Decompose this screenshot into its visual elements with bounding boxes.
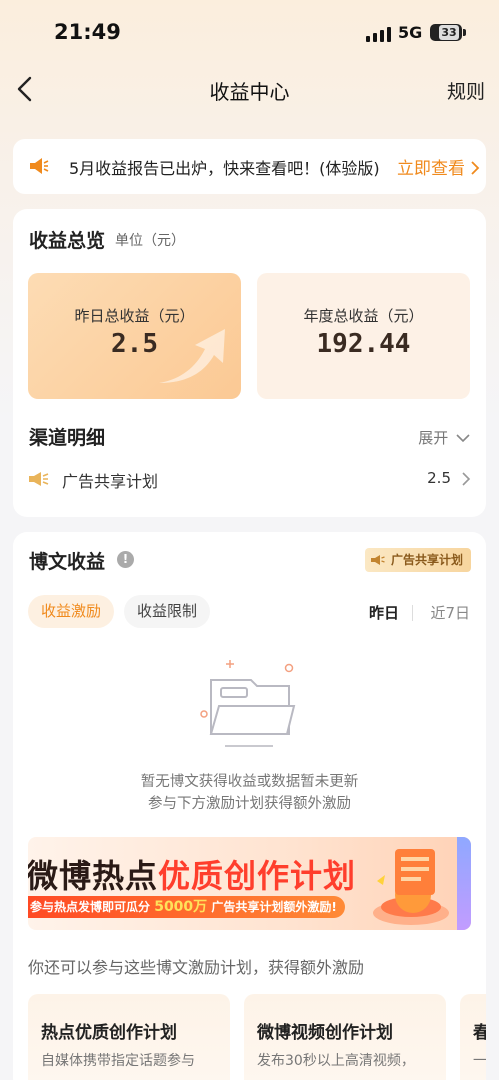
plan-card-hot-topic[interactable]: 热点优质创作计划 自媒体携带指定话题参与 bbox=[28, 994, 230, 1080]
overview-unit: 单位（元） bbox=[115, 233, 185, 249]
banner-sub-amount: 5000万 bbox=[154, 899, 208, 915]
yesterday-income-value: 2.5 bbox=[111, 329, 158, 359]
banner-title: 微博热点优质创作计划 bbox=[28, 851, 356, 897]
plan-card-video[interactable]: 微博视频创作计划 发布30秒以上高清视频， bbox=[244, 994, 446, 1080]
info-icon[interactable]: ! bbox=[117, 551, 134, 568]
empty-text-line2: 参与下方激励计划获得额外激励 bbox=[148, 796, 351, 812]
banner-subtitle: 参与热点发博即可瓜分 5000万 广告共享计划额外激励! bbox=[28, 896, 345, 918]
status-bar: 21:49 5G 33 bbox=[0, 0, 499, 62]
tab-income-incentive[interactable]: 收益激励 bbox=[28, 595, 115, 628]
more-plans-desc: 你还可以参与这些博文激励计划，获得额外激励 bbox=[28, 958, 365, 977]
yesterday-income-label: 昨日总收益（元） bbox=[74, 307, 195, 325]
plan-desc: 自媒体携带指定话题参与 bbox=[41, 1053, 195, 1069]
chevron-right-icon bbox=[462, 472, 471, 486]
banner-side-strip bbox=[457, 837, 471, 930]
scroll-trophy-icon bbox=[373, 849, 449, 925]
battery-level: 33 bbox=[439, 25, 459, 40]
rules-button[interactable]: 规则 bbox=[447, 77, 485, 104]
plan-desc: 一 bbox=[473, 1053, 486, 1069]
channel-detail-title: 渠道明细 bbox=[29, 427, 106, 449]
plan-card-partial[interactable]: 春 一 bbox=[460, 994, 486, 1080]
empty-folder-icon bbox=[200, 660, 296, 747]
expand-label: 展开 bbox=[418, 429, 449, 447]
banner-sub-a: 参与热点发博即可瓜分 bbox=[30, 900, 151, 914]
annual-income-value: 192.44 bbox=[316, 329, 411, 359]
range-yesterday[interactable]: 昨日 bbox=[369, 602, 399, 623]
banner-title-b: 优质创作计划 bbox=[158, 857, 357, 895]
network-label: 5G bbox=[398, 23, 423, 42]
chevron-down-icon bbox=[456, 434, 470, 443]
chevron-right-icon bbox=[471, 161, 480, 175]
plan-desc: 发布30秒以上高清视频， bbox=[257, 1053, 415, 1069]
hot-topic-banner[interactable]: 微博热点优质创作计划 参与热点发博即可瓜分 5000万 广告共享计划额外激励! bbox=[28, 837, 471, 930]
banner-title-a: 微博热点 bbox=[28, 857, 159, 895]
view-now-label: 立即查看 bbox=[397, 159, 465, 179]
megaphone-icon bbox=[30, 158, 49, 174]
annual-income-label: 年度总收益（元） bbox=[303, 307, 424, 325]
signal-icon bbox=[366, 26, 392, 42]
channel-row-ad-share[interactable]: 广告共享计划 2.5 bbox=[28, 463, 471, 495]
status-time: 21:49 bbox=[54, 20, 121, 44]
post-income-card: 博文收益 ! 广告共享计划 收益激励 收益限制 昨日 近7日 暂无博文获得收益或… bbox=[13, 532, 486, 1080]
range-divider bbox=[412, 605, 413, 621]
ad-share-badge: 广告共享计划 bbox=[364, 548, 471, 572]
banner-sub-b: 广告共享计划额外激励! bbox=[211, 900, 337, 914]
view-now-link[interactable]: 立即查看 bbox=[397, 154, 480, 179]
plan-title: 热点优质创作计划 bbox=[41, 1023, 177, 1043]
yesterday-income-tile[interactable]: 昨日总收益（元） 2.5 bbox=[28, 273, 241, 399]
report-notice[interactable]: 5月收益报告已出炉，快来查看吧！(体验版) 立即查看 bbox=[13, 139, 486, 194]
megaphone-icon bbox=[370, 555, 385, 565]
ad-share-icon bbox=[29, 472, 49, 486]
range-7days[interactable]: 近7日 bbox=[430, 602, 470, 623]
badge-label: 广告共享计划 bbox=[390, 553, 463, 567]
post-income-title: 博文收益 bbox=[29, 551, 106, 573]
tab-income-limit[interactable]: 收益限制 bbox=[124, 595, 211, 628]
channel-value: 2.5 bbox=[427, 469, 451, 487]
battery-tip bbox=[463, 29, 466, 36]
plan-title: 春 bbox=[473, 1023, 486, 1043]
empty-text-line1: 暂无博文获得收益或数据暂未更新 bbox=[140, 774, 359, 790]
battery-icon: 33 bbox=[430, 24, 462, 41]
channel-name: 广告共享计划 bbox=[62, 472, 159, 491]
income-overview-card: 收益总览 单位（元） 昨日总收益（元） 2.5 年度总收益（元） 192.44 … bbox=[13, 209, 486, 517]
annual-income-tile[interactable]: 年度总收益（元） 192.44 bbox=[257, 273, 470, 399]
page-title: 收益中心 bbox=[209, 80, 290, 104]
plan-title: 微博视频创作计划 bbox=[257, 1023, 393, 1043]
notice-text: 5月收益报告已出炉，快来查看吧！(体验版) bbox=[69, 159, 380, 178]
overview-title: 收益总览 bbox=[29, 230, 106, 252]
expand-button[interactable]: 展开 bbox=[418, 427, 470, 448]
